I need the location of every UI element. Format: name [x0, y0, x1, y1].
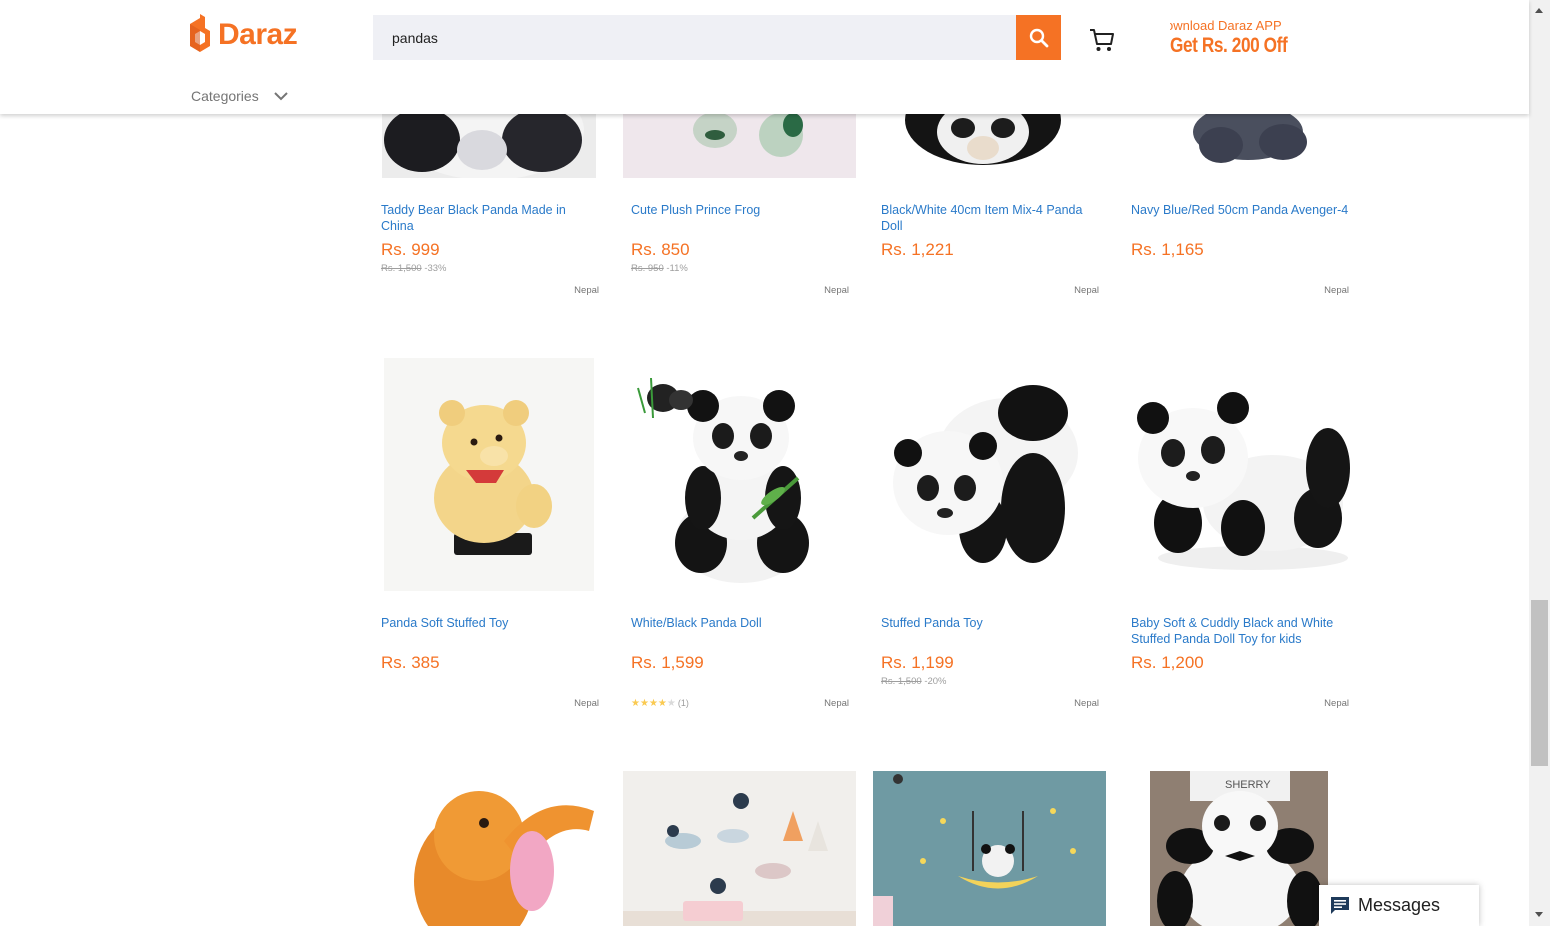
product-location: Nepal — [824, 698, 849, 709]
product-image[interactable] — [384, 771, 601, 926]
page-scrollbar[interactable] — [1529, 0, 1550, 926]
product-original-price: Rs. 1,500 -33% — [381, 263, 447, 274]
product-location: Nepal — [1074, 285, 1099, 296]
daraz-logo[interactable]: Daraz — [186, 14, 298, 56]
site-header: Daraz ownload Daraz APP Get Rs. 200 Off … — [0, 0, 1529, 114]
product-card[interactable]: Panda Soft Stuffed Toy Rs. 385 Nepal — [381, 358, 615, 718]
categories-label: Categories — [191, 88, 259, 104]
product-price: Rs. 385 — [381, 653, 440, 672]
brand-name: Daraz — [218, 18, 298, 51]
product-location: Nepal — [824, 285, 849, 296]
product-image[interactable]: SHERRY — [1150, 771, 1328, 926]
product-price: Rs. 1,200 — [1131, 653, 1204, 672]
cart-icon — [1090, 29, 1114, 51]
search-bar — [373, 15, 1061, 60]
product-card[interactable]: Stuffed Panda Toy Rs. 1,199 Rs. 1,500 -2… — [873, 358, 1115, 718]
search-input[interactable] — [373, 15, 1016, 60]
product-original-price: Rs. 1,500 -20% — [881, 676, 947, 687]
rating-count: (1) — [677, 698, 689, 708]
product-price: Rs. 1,199 — [881, 653, 954, 672]
product-image[interactable] — [623, 771, 856, 926]
scroll-up-arrow[interactable] — [1535, 8, 1543, 13]
chat-icon — [1331, 896, 1349, 914]
product-price: Rs. 1,165 — [1131, 240, 1204, 259]
product-title[interactable]: Stuffed Panda Toy — [881, 615, 1091, 631]
product-image[interactable] — [623, 358, 856, 591]
messages-label: Messages — [1358, 895, 1441, 915]
star-icon: ★ — [648, 698, 658, 709]
product-title[interactable]: Baby Soft & Cuddly Black and White Stuff… — [1131, 615, 1349, 647]
product-original-price: Rs. 950 -11% — [631, 263, 688, 274]
product-price: Rs. 1,221 — [881, 240, 954, 259]
app-download-promo[interactable]: ownload Daraz APP Get Rs. 200 Off — [1170, 18, 1330, 62]
product-location: Nepal — [1074, 698, 1099, 709]
product-price: Rs. 999 — [381, 240, 440, 259]
search-icon — [1029, 28, 1048, 47]
cart-button[interactable] — [1088, 26, 1116, 54]
promo-line2: Get Rs. 200 Off — [1170, 34, 1288, 57]
panda-swing-sticker-image — [873, 771, 1106, 926]
daraz-logo-icon — [190, 14, 210, 52]
chevron-down-icon — [273, 92, 288, 101]
product-location: Nepal — [1324, 285, 1349, 296]
promo-line1: ownload Daraz APP — [1170, 18, 1282, 33]
product-image[interactable] — [1123, 358, 1356, 588]
product-image[interactable] — [873, 358, 1106, 591]
product-card[interactable] — [873, 771, 1115, 926]
product-rating: ★★★★★ (1) — [631, 698, 689, 709]
product-price: Rs. 850 — [631, 240, 690, 259]
product-price: Rs. 1,599 — [631, 653, 704, 672]
product-title[interactable]: Taddy Bear Black Panda Made in China — [381, 202, 581, 234]
teddy-bear-image — [384, 358, 594, 591]
baby-panda-doll-image — [1123, 358, 1356, 588]
product-title[interactable]: White/Black Panda Doll — [631, 615, 841, 631]
categories-menu[interactable]: Categories — [191, 88, 288, 104]
product-card[interactable]: Baby Soft & Cuddly Black and White Stuff… — [1123, 358, 1365, 718]
stuffed-panda-image — [873, 358, 1106, 591]
product-location: Nepal — [1324, 698, 1349, 709]
messages-button[interactable]: Messages — [1319, 885, 1479, 926]
product-location: Nepal — [574, 285, 599, 296]
product-card[interactable] — [381, 771, 615, 926]
product-card[interactable] — [623, 771, 865, 926]
product-title[interactable]: Navy Blue/Red 50cm Panda Avenger-4 — [1131, 202, 1349, 218]
elephant-plush-image — [384, 771, 601, 926]
product-title[interactable]: Panda Soft Stuffed Toy — [381, 615, 581, 631]
search-button[interactable] — [1016, 15, 1061, 60]
large-panda-plush-image: SHERRY — [1150, 771, 1328, 926]
panda-wall-sticker-image — [623, 771, 856, 926]
scrollbar-thumb[interactable] — [1531, 600, 1548, 766]
white-black-panda-image — [623, 358, 856, 591]
star-icon: ★ — [631, 698, 640, 709]
star-icon: ★ — [639, 698, 649, 709]
product-card[interactable]: White/Black Panda Doll Rs. 1,599 ★★★★★ (1… — [623, 358, 865, 718]
product-title[interactable]: Black/White 40cm Item Mix-4 Panda Doll — [881, 202, 1099, 234]
product-image[interactable] — [384, 358, 594, 591]
product-image[interactable] — [873, 771, 1106, 926]
star-empty-icon: ★ — [666, 698, 676, 709]
product-title[interactable]: Cute Plush Prince Frog — [631, 202, 841, 218]
scroll-down-arrow[interactable] — [1535, 912, 1543, 917]
product-location: Nepal — [574, 698, 599, 709]
shirt-label: SHERRY — [1225, 779, 1271, 791]
star-icon: ★ — [657, 698, 667, 709]
